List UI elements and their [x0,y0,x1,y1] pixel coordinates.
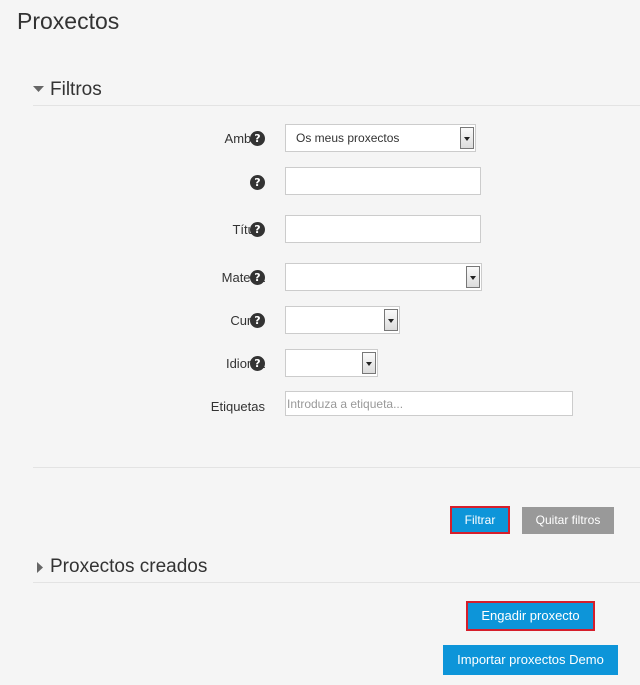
ambito-select-value: Os meus proxectos [296,131,400,145]
curso-select[interactable] [285,306,400,334]
help-icon[interactable]: ? [250,175,265,190]
help-icon[interactable]: ? [250,313,265,328]
filters-divider [33,467,640,468]
filters-section-title: Filtros [50,79,102,100]
etiquetas-label: Etiquetas [210,399,265,414]
created-section-header[interactable]: Proxectos creados [33,556,640,583]
chevron-down-icon [466,266,480,288]
help-icon[interactable]: ? [250,131,265,146]
filters-section-header[interactable]: Filtros [33,79,640,106]
filter-button[interactable]: Filtrar [450,506,510,534]
help-icon[interactable]: ? [250,356,265,371]
clear-filters-button[interactable]: Quitar filtros [522,507,614,534]
etiquetas-input[interactable]: Introduza a etiqueta... [285,391,573,416]
caret-down-icon [33,86,44,92]
id-input[interactable] [285,167,481,195]
ambito-select[interactable]: Os meus proxectos [285,124,476,152]
add-project-button[interactable]: Engadir proxecto [466,601,595,631]
materia-select[interactable] [285,263,482,291]
titulo-input[interactable] [285,215,481,243]
import-demo-projects-button[interactable]: Importar proxectos Demo [443,645,618,675]
help-icon[interactable]: ? [250,270,265,285]
chevron-down-icon [362,352,376,374]
chevron-down-icon [384,309,398,331]
caret-right-icon [37,562,43,573]
chevron-down-icon [460,127,474,149]
created-section-title: Proxectos creados [50,556,208,577]
page-title: Proxectos [17,8,120,34]
idioma-select[interactable] [285,349,378,377]
help-icon[interactable]: ? [250,222,265,237]
